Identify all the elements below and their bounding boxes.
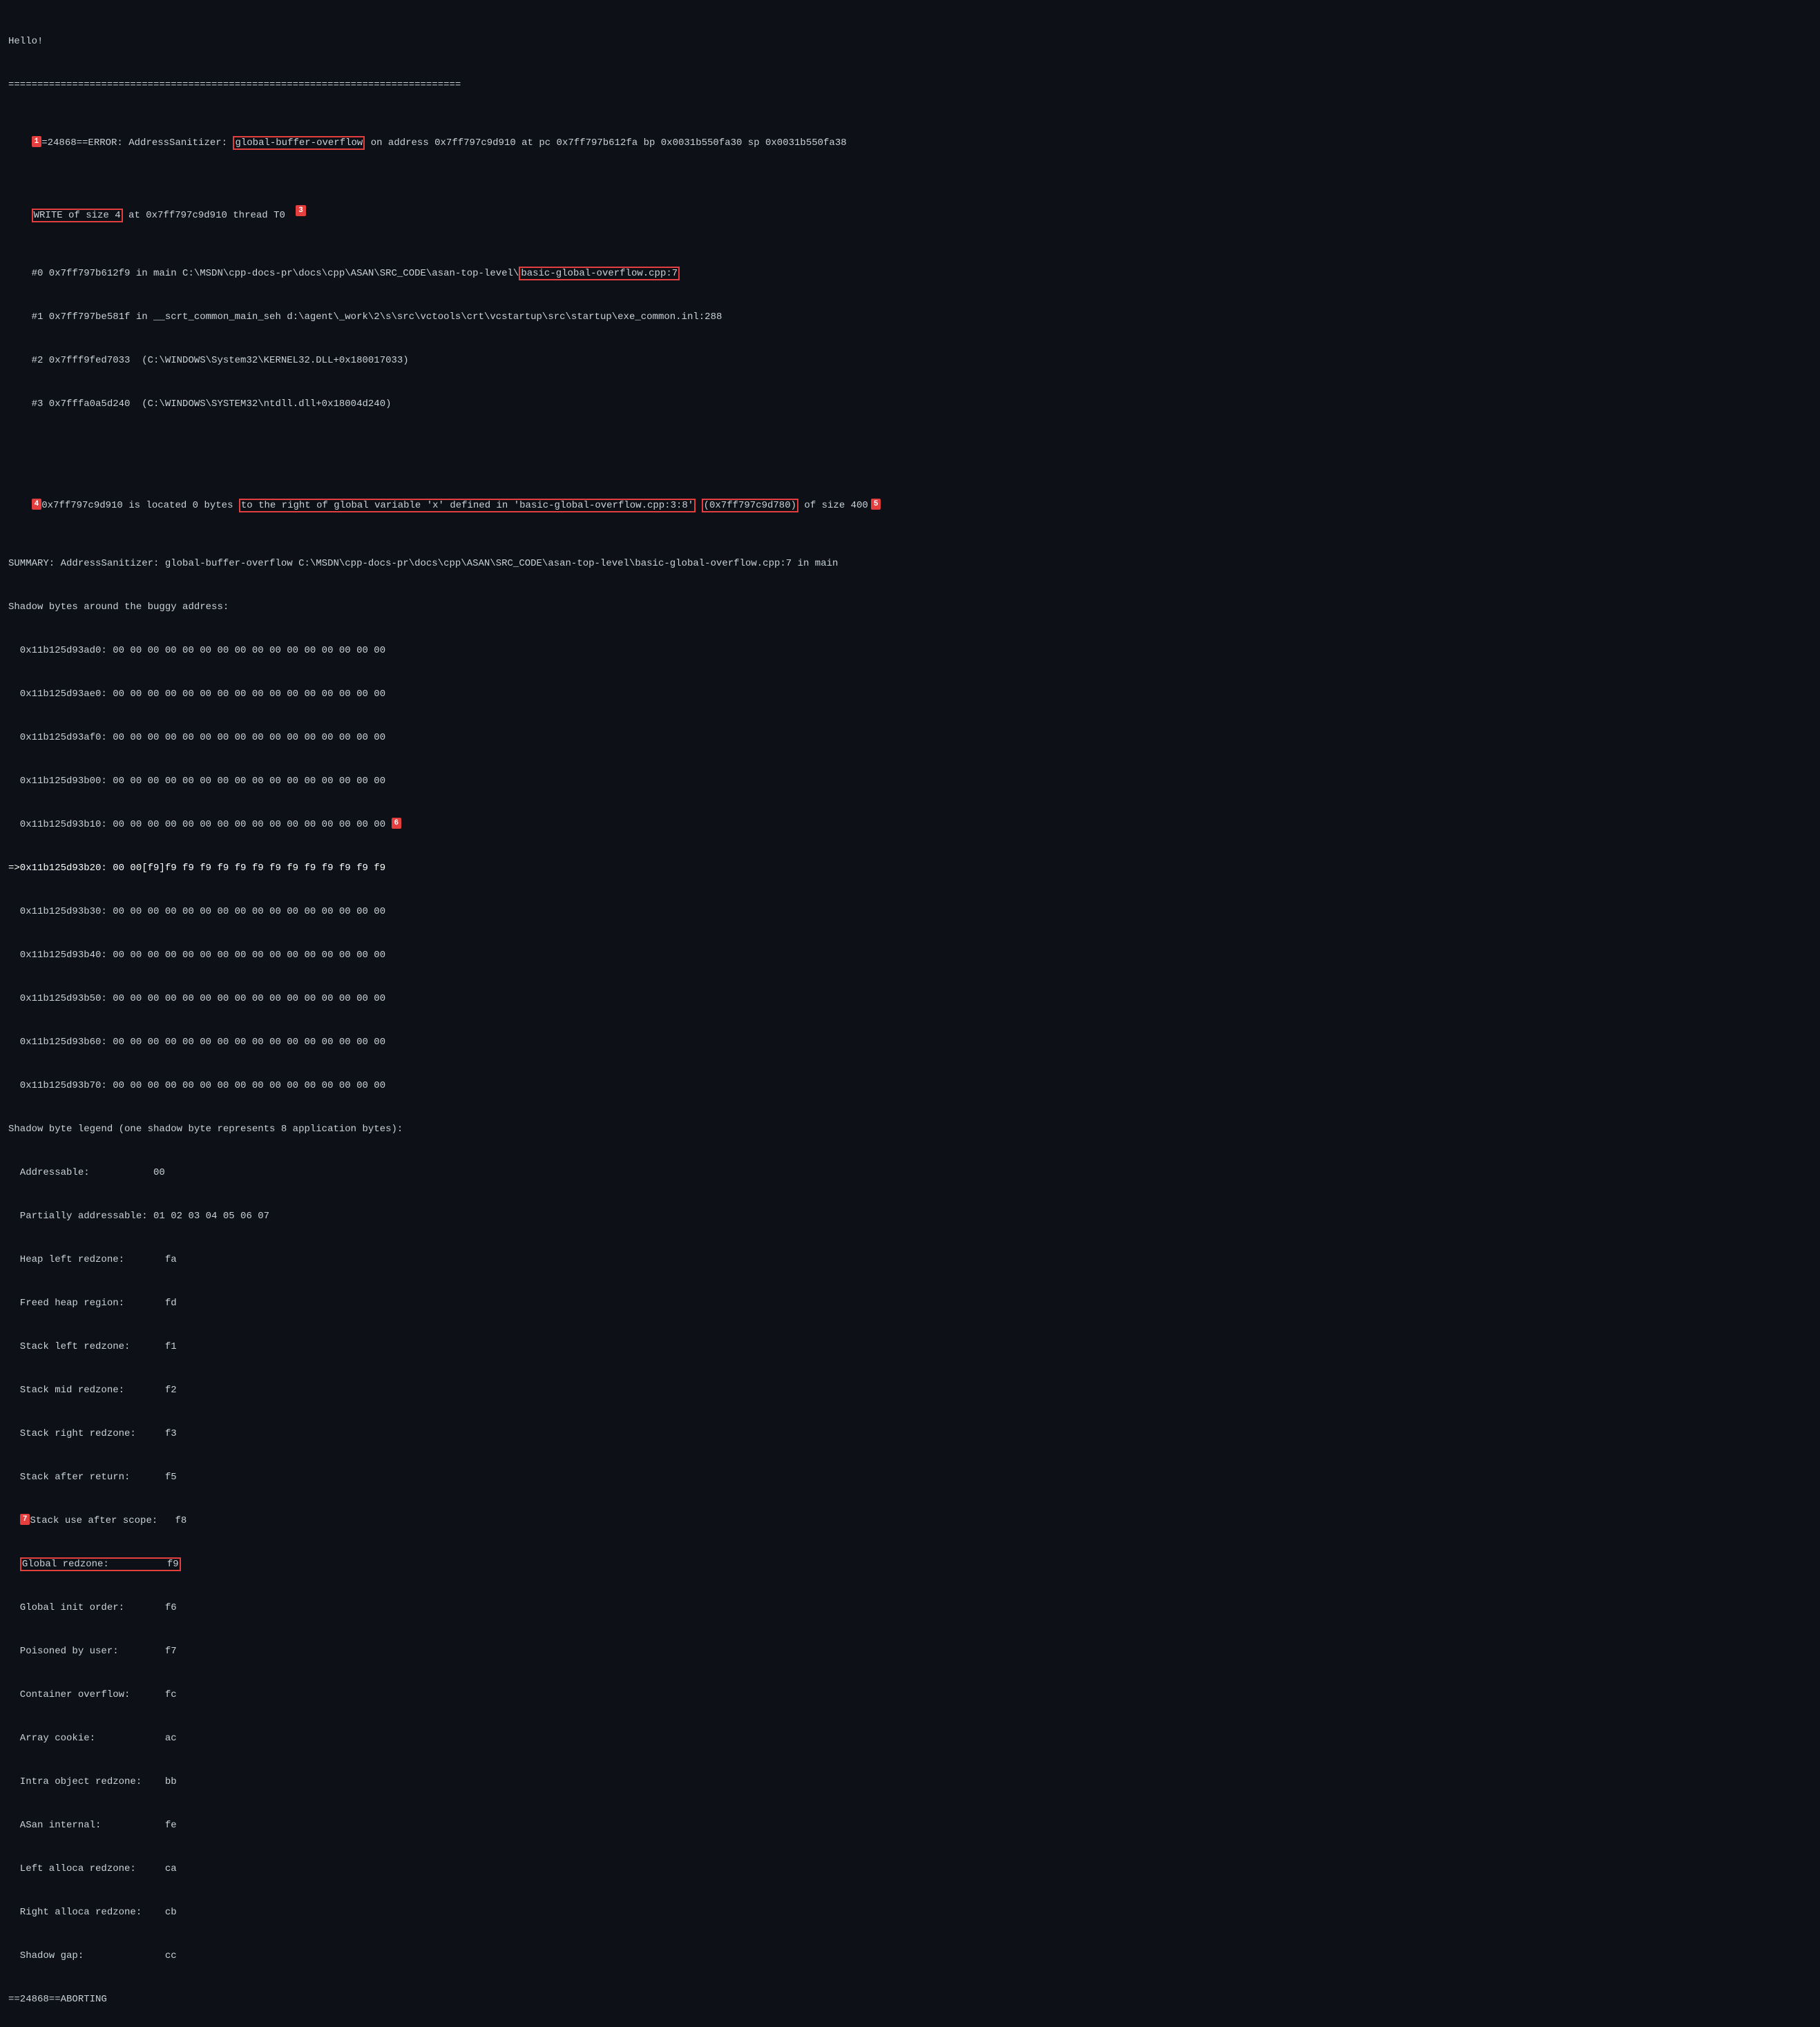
shadow-row-10: 0x11b125d93b70: 00 00 00 00 00 00 00 00 … (8, 1079, 1812, 1093)
stack-right-line: Stack right redzone: f3 (8, 1427, 1812, 1441)
partially-line: Partially addressable: 01 02 03 04 05 06… (8, 1209, 1812, 1224)
array-cookie-line: Array cookie: ac (8, 1731, 1812, 1746)
intra-line: Intra object redzone: bb (8, 1775, 1812, 1789)
left-alloca-line: Left alloca redzone: ca (8, 1862, 1812, 1876)
blank-line-1 (8, 441, 1812, 455)
badge-3: 3 (296, 205, 306, 216)
separator-line: ========================================… (8, 78, 1812, 93)
stack-frame-1: #1 0x7ff797be581f in __scrt_common_main_… (8, 310, 1812, 325)
shadow-row-9: 0x11b125d93b60: 00 00 00 00 00 00 00 00 … (8, 1035, 1812, 1050)
asan-internal-line: ASan internal: fe (8, 1818, 1812, 1833)
stack-after-line: Stack after return: f5 (8, 1470, 1812, 1485)
addressable-line: Addressable: 00 (8, 1166, 1812, 1180)
shadow-row-6: 0x11b125d93b30: 00 00 00 00 00 00 00 00 … (8, 905, 1812, 919)
freed-heap-line: Freed heap region: fd (8, 1296, 1812, 1311)
stack-frame-2: #2 0x7fff9fed7033 (C:\WINDOWS\System32\K… (8, 354, 1812, 368)
error-line: 1=24868==ERROR: AddressSanitizer: global… (8, 122, 1812, 165)
container-line: Container overflow: fc (8, 1688, 1812, 1702)
write-suffix: at 0x7ff797c9d910 thread T0 (123, 210, 285, 221)
located-highlight1: to the right of global variable 'x' defi… (239, 499, 696, 512)
error-type-highlight: global-buffer-overflow (233, 136, 365, 150)
stack-left-line: Stack left redzone: f1 (8, 1340, 1812, 1354)
heap-left-line: Heap left redzone: fa (8, 1253, 1812, 1267)
global-redzone-highlight: Global redzone: f9 (20, 1557, 181, 1571)
shadow-header: Shadow bytes around the buggy address: (8, 600, 1812, 615)
shadow-row-3: 0x11b125d93af0: 00 00 00 00 00 00 00 00 … (8, 731, 1812, 745)
located-prefix: 0x7ff797c9d910 is located 0 bytes (41, 500, 239, 511)
poisoned-line: Poisoned by user: f7 (8, 1644, 1812, 1659)
error-suffix: on address 0x7ff797c9d910 at pc 0x7ff797… (365, 137, 846, 148)
badge-1: 1 (32, 136, 42, 147)
legend-header: Shadow byte legend (one shadow byte repr… (8, 1122, 1812, 1137)
located-middle (696, 500, 701, 511)
hello-line: Hello! (8, 35, 1812, 49)
global-init-line: Global init order: f6 (8, 1601, 1812, 1615)
aborting-line: ==24868==ABORTING (8, 1992, 1812, 2007)
badge-4: 4 (32, 499, 42, 510)
stack-frame-3: #3 0x7fffa0a5d240 (C:\WINDOWS\SYSTEM32\n… (8, 397, 1812, 412)
located-highlight2: (0x7ff797c9d780) (702, 499, 798, 512)
terminal-output: Hello! =================================… (8, 6, 1812, 2021)
summary-line: SUMMARY: AddressSanitizer: global-buffer… (8, 557, 1812, 571)
badge-5: 5 (871, 499, 881, 510)
shadow-row-7: 0x11b125d93b40: 00 00 00 00 00 00 00 00 … (8, 948, 1812, 963)
badge-6: 6 (392, 818, 402, 829)
shadow-row-4: 0x11b125d93b00: 00 00 00 00 00 00 00 00 … (8, 774, 1812, 789)
shadow-row-2: 0x11b125d93ae0: 00 00 00 00 00 00 00 00 … (8, 687, 1812, 702)
badge-7: 7 (20, 1514, 30, 1525)
shadow-arrow-row: =>0x11b125d93b20: 00 00[f9]f9 f9 f9 f9 f… (8, 861, 1812, 876)
global-redzone-line: Global redzone: f9 (8, 1557, 1812, 1572)
stack-mid-line: Stack mid redzone: f2 (8, 1383, 1812, 1398)
located-suffix: of size 400 (798, 500, 868, 511)
located-line: 40x7ff797c9d910 is located 0 bytes to th… (8, 484, 1812, 528)
write-highlight: WRITE of size 4 (32, 209, 123, 222)
right-alloca-line: Right alloca redzone: cb (8, 1905, 1812, 1920)
stack0-highlight: basic-global-overflow.cpp:7 (519, 267, 680, 280)
error-prefix: =24868==ERROR: AddressSanitizer: (41, 137, 233, 148)
write-line: WRITE of size 4 at 0x7ff797c9d910 thread… (8, 194, 1812, 238)
shadow-row-5: 0x11b125d93b10: 00 00 00 00 00 00 00 00 … (8, 818, 1812, 832)
shadow-row-8: 0x11b125d93b50: 00 00 00 00 00 00 00 00 … (8, 992, 1812, 1006)
stack-use-line: 7Stack use after scope: f8 (8, 1514, 1812, 1528)
shadow-gap-line: Shadow gap: cc (8, 1949, 1812, 1963)
shadow-row-1: 0x11b125d93ad0: 00 00 00 00 00 00 00 00 … (8, 644, 1812, 658)
stack-frame-0: #0 0x7ff797b612f9 in main C:\MSDN\cpp-do… (8, 267, 1812, 281)
